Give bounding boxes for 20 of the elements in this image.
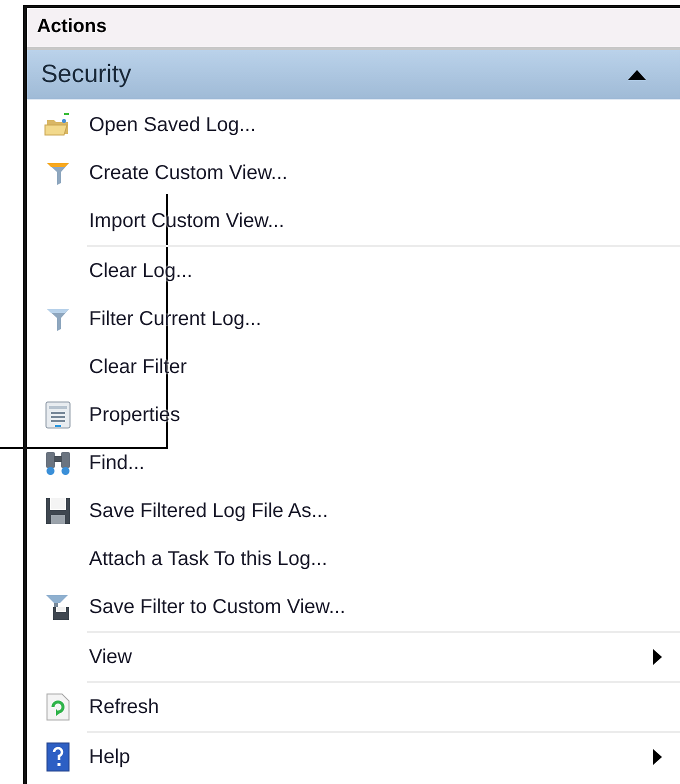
collapse-arrow-icon	[628, 70, 646, 80]
funnel-icon	[46, 160, 70, 186]
folder-icon	[44, 112, 72, 138]
menu-item[interactable]: Attach a Task To this Log...	[27, 535, 680, 583]
binoculars-icon	[43, 450, 73, 476]
menu-item[interactable]: Open Saved Log...	[27, 101, 680, 149]
menu-item[interactable]: Save Filtered Log File As...	[27, 487, 680, 535]
refresh-page-icon	[46, 693, 70, 721]
funnel-icon	[46, 306, 70, 332]
menu-item[interactable]: View	[27, 633, 680, 681]
menu-item[interactable]: Save Filter to Custom View...	[27, 583, 680, 631]
menu-item[interactable]: Help	[27, 733, 680, 781]
menu-item[interactable]: Refresh	[27, 683, 680, 731]
section-header[interactable]: Security	[27, 50, 680, 100]
menu-item[interactable]: Create Custom View...	[27, 149, 680, 197]
menu-item[interactable]: Find...	[27, 439, 680, 487]
properties-icon	[45, 401, 71, 429]
funnel-save-icon	[45, 593, 71, 621]
help-icon	[46, 742, 70, 772]
pane-title: Actions	[37, 15, 107, 40]
